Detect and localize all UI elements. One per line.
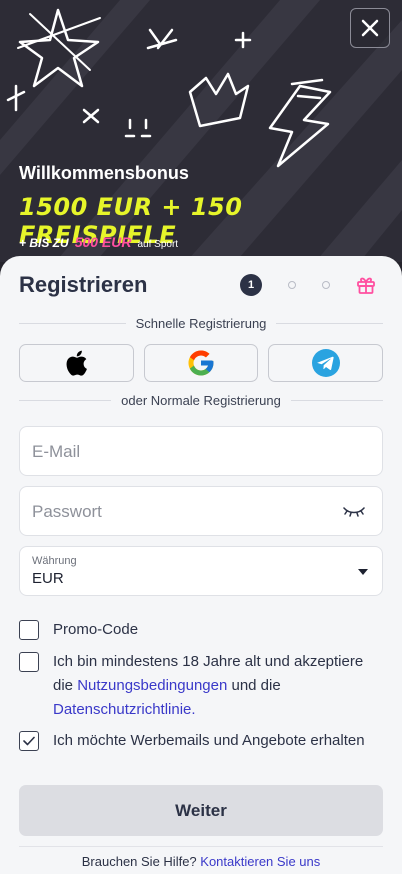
currency-value: EUR bbox=[32, 570, 64, 587]
email-placeholder: E-Mail bbox=[32, 442, 81, 461]
eye-closed-icon[interactable] bbox=[342, 505, 366, 519]
contact-link[interactable]: Kontaktieren Sie uns bbox=[200, 854, 320, 869]
star-doodle-icon bbox=[18, 8, 100, 88]
crown-doodle-icon bbox=[188, 72, 250, 128]
promo-code-row[interactable]: Promo-Code bbox=[19, 618, 383, 642]
age-terms-row[interactable]: Ich bin mindestens 18 Jahre alt und akze… bbox=[19, 650, 383, 722]
help-text: Brauchen Sie Hilfe? bbox=[81, 854, 197, 869]
bonus-sub-suffix: auf Sport bbox=[137, 239, 179, 250]
age-terms-text-2: und die bbox=[227, 677, 281, 694]
step-2 bbox=[288, 281, 296, 289]
bonus-sub-prefix: + bis zu bbox=[19, 236, 69, 250]
bonus-subline: + bis zu 500 EUR auf Sport bbox=[19, 234, 178, 250]
promo-code-label: Promo-Code bbox=[53, 621, 139, 638]
quick-registration-divider: Schnelle Registrierung bbox=[19, 316, 384, 331]
currency-select[interactable]: Währung EUR bbox=[19, 546, 383, 596]
close-icon bbox=[361, 19, 379, 37]
step-3 bbox=[322, 281, 330, 289]
age-terms-text: Ich bin mindestens 18 Jahre alt und akze… bbox=[53, 650, 383, 722]
help-divider bbox=[19, 846, 383, 847]
caret-down-icon bbox=[358, 569, 368, 575]
gift-icon bbox=[357, 277, 375, 294]
next-button[interactable]: Weiter bbox=[19, 785, 383, 836]
bonus-title: Willkommensbonus bbox=[19, 163, 189, 183]
bonus-sub-highlight: 500 EUR bbox=[74, 234, 132, 250]
step-indicator: 1 bbox=[240, 274, 376, 296]
normal-registration-label: oder Normale Registrierung bbox=[121, 393, 281, 408]
password-placeholder: Passwort bbox=[32, 502, 102, 521]
close-button[interactable] bbox=[350, 8, 390, 48]
telegram-login-button[interactable] bbox=[268, 344, 384, 382]
sparkle-icon bbox=[146, 28, 178, 50]
social-login-row bbox=[19, 344, 384, 382]
normal-registration-divider: oder Normale Registrierung bbox=[19, 393, 383, 408]
google-icon bbox=[188, 350, 214, 376]
promo-code-checkbox[interactable] bbox=[19, 620, 39, 640]
newsletter-label: Ich möchte Werbemails und Angebote erhal… bbox=[53, 732, 365, 749]
email-field[interactable]: E-Mail bbox=[19, 426, 383, 476]
age-terms-checkbox[interactable] bbox=[19, 652, 39, 672]
currency-label: Währung bbox=[32, 555, 77, 567]
help-line: Brauchen Sie Hilfe? Kontaktieren Sie uns bbox=[0, 854, 402, 869]
page-title: Registrieren bbox=[19, 272, 148, 297]
privacy-link[interactable]: Datenschutzrichtlinie. bbox=[53, 701, 196, 718]
newsletter-row[interactable]: Ich möchte Werbemails und Angebote erhal… bbox=[19, 729, 383, 753]
terms-link[interactable]: Nutzungsbedingungen bbox=[77, 677, 227, 694]
telegram-icon bbox=[311, 349, 340, 377]
registration-sheet: Registrieren 1 Schnelle Registrierung od… bbox=[0, 256, 402, 874]
newsletter-checkbox[interactable] bbox=[19, 731, 39, 751]
promo-banner: Willkommensbonus 1500 EUR + 150 Freispie… bbox=[0, 0, 402, 280]
apple-icon bbox=[66, 350, 88, 376]
checkmark-icon bbox=[23, 736, 35, 746]
quick-registration-label: Schnelle Registrierung bbox=[135, 316, 267, 331]
password-field[interactable]: Passwort bbox=[19, 486, 383, 536]
google-login-button[interactable] bbox=[143, 344, 259, 382]
step-1: 1 bbox=[240, 274, 262, 296]
apple-login-button[interactable] bbox=[19, 344, 134, 382]
